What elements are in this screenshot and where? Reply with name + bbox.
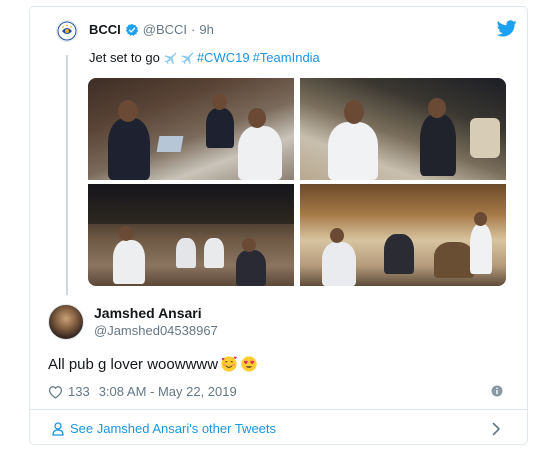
verified-badge-icon — [125, 23, 139, 37]
tweet-photo[interactable] — [300, 78, 506, 180]
reply-tweet-text: All pub g lover woowwww — [48, 355, 258, 373]
info-icon[interactable] — [491, 384, 503, 397]
separator-dot: · — [191, 22, 196, 37]
thread-connector-line — [66, 55, 68, 295]
parent-text-prefix: Jet set to go — [89, 50, 160, 65]
photo-grid — [88, 78, 506, 286]
reply-timestamp[interactable]: 3:08 AM - May 22, 2019 — [99, 384, 237, 399]
heart-icon[interactable] — [48, 385, 63, 399]
see-other-tweets-label: See Jamshed Ansari's other Tweets — [70, 421, 277, 436]
parent-handle[interactable]: @BCCI — [143, 22, 187, 37]
hashtag-link[interactable]: #TeamIndia — [253, 50, 320, 65]
airplane-icon — [180, 51, 194, 65]
reply-avatar[interactable] — [48, 304, 84, 340]
parent-timestamp[interactable]: 9h — [199, 22, 213, 37]
heart-eyes-emoji — [240, 355, 258, 373]
tweet-photo[interactable] — [88, 78, 294, 180]
chevron-right-icon[interactable] — [492, 422, 501, 436]
parent-tweet-text: Jet set to go #CWC19 #TeamIndia — [89, 50, 320, 65]
reply-display-name[interactable]: Jamshed Ansari — [94, 305, 202, 321]
embedded-tweet-card: BCCI @BCCI · 9h Jet set to go #CWC19 #Te… — [29, 6, 528, 445]
reply-handle[interactable]: @Jamshed04538967 — [94, 323, 218, 338]
tweet-photo[interactable] — [88, 184, 294, 286]
twitter-bird-icon[interactable] — [496, 20, 517, 37]
parent-display-name[interactable]: BCCI — [89, 22, 121, 37]
reply-text-body: All pub g lover woowwww — [48, 355, 219, 373]
tweet-meta: 133 3:08 AM - May 22, 2019 — [48, 384, 237, 399]
airplane-icon — [163, 51, 177, 65]
hashtag-link[interactable]: #CWC19 — [197, 50, 250, 65]
bcci-avatar[interactable] — [56, 20, 78, 42]
like-count[interactable]: 133 — [68, 384, 90, 399]
see-other-tweets-link[interactable]: See Jamshed Ansari's other Tweets — [52, 421, 276, 436]
user-icon — [52, 421, 64, 436]
tweet-footer: See Jamshed Ansari's other Tweets — [30, 409, 527, 445]
parent-tweet-header: BCCI @BCCI · 9h — [89, 22, 214, 37]
smiling-face-with-hearts-emoji — [220, 355, 238, 373]
tweet-photo[interactable] — [300, 184, 506, 286]
